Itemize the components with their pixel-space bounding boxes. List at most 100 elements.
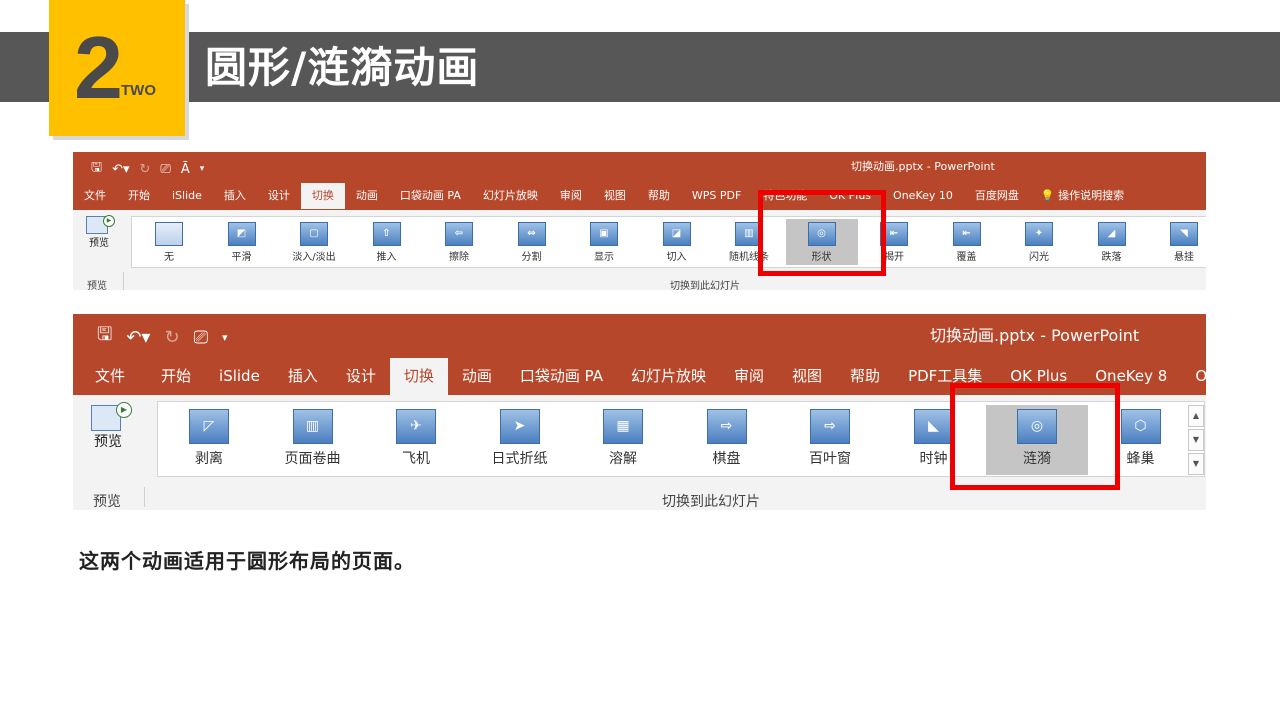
transition-label: 分割 xyxy=(521,252,542,263)
tab-wps-pdf[interactable]: WPS PDF xyxy=(681,183,752,209)
transition-item[interactable]: ▥ 页面卷曲 xyxy=(262,405,364,475)
section-number-word: TWO xyxy=(121,82,156,99)
slide-caption: 这两个动画适用于圆形布局的页面。 xyxy=(79,549,415,573)
transition-label: 推入 xyxy=(376,252,397,263)
highlight-shape-transition xyxy=(758,190,886,276)
gallery-scroll-down-icon[interactable]: ▼ xyxy=(1188,429,1204,451)
tab-transitions[interactable]: 切换 xyxy=(300,183,345,209)
gallery-expand-icon[interactable]: ▼ xyxy=(1188,453,1204,475)
tab-insert[interactable]: 插入 xyxy=(213,183,257,209)
redo-icon[interactable]: ↻ xyxy=(140,162,151,177)
undo-icon[interactable]: ↶▾ xyxy=(112,162,129,177)
tab-slideshow[interactable]: 幻灯片放映 xyxy=(617,358,720,395)
transition-thumbnail-icon: ⇨ xyxy=(810,409,850,444)
transition-label: 日式折纸 xyxy=(491,451,548,467)
transition-label: 平滑 xyxy=(231,252,252,263)
transition-item[interactable]: ◢ 跌落 xyxy=(1076,219,1148,265)
save-icon[interactable]: 🖫 xyxy=(97,322,112,352)
transition-item[interactable]: ✦ 闪光 xyxy=(1003,219,1075,265)
transition-thumbnail-icon: ▣ xyxy=(590,222,618,246)
transition-item[interactable]: 无 xyxy=(133,219,205,265)
transition-thumbnail-icon: ▥ xyxy=(292,409,333,444)
transition-thumbnail-icon: ▢ xyxy=(300,222,328,246)
transition-label: 剥离 xyxy=(195,451,223,467)
tab-review[interactable]: 审阅 xyxy=(720,358,778,395)
title-band xyxy=(0,32,1280,102)
tab-review[interactable]: 审阅 xyxy=(549,183,593,209)
preview-group-label: 预览 xyxy=(93,494,121,510)
play-icon: ▶ xyxy=(103,215,115,227)
tab-transitions[interactable]: 切换 xyxy=(389,358,448,395)
tab-one-truncated[interactable]: One xyxy=(1181,358,1206,395)
transition-label: 跌落 xyxy=(1101,252,1122,263)
tab-design[interactable]: 设计 xyxy=(257,183,301,209)
preview-group-label: 预览 xyxy=(87,281,107,290)
transition-item[interactable]: ⇦ 擦除 xyxy=(423,219,495,265)
transition-item[interactable]: ⇨ 百叶窗 xyxy=(779,405,881,475)
transition-gallery: 无 ◩ 平滑 ▢ 淡入/淡出 ⇧ 推入 ⇦ 擦除 ⇔ 分割 ▣ 显示 ◪ 切入 ▥ 随机线条 ◎ 形状 ⇤ 揭开 ⇤ 覆盖 ✦… xyxy=(131,216,1206,268)
transition-item[interactable]: ✈ 飞机 xyxy=(365,405,467,475)
ribbon-screenshot-top: 🖫 ↶▾ ↻ ⎚ Ā ▾ 切换动画.pptx - PowerPoint 文件 开… xyxy=(73,152,1206,290)
transition-label: 棋盘 xyxy=(712,451,741,467)
transition-item[interactable]: ▣ 显示 xyxy=(568,219,640,265)
tab-file[interactable]: 文件 xyxy=(73,183,117,209)
save-icon[interactable]: 🖫 xyxy=(91,158,102,180)
slide-title: 圆形/涟漪动画 xyxy=(205,43,480,92)
transition-item[interactable]: ▢ 淡入/淡出 xyxy=(278,219,350,265)
tab-baidu-netdisk[interactable]: 百度网盘 xyxy=(964,183,1030,209)
transition-item[interactable]: ◪ 切入 xyxy=(641,219,713,265)
preview-button[interactable]: ▶ 预览 xyxy=(83,215,115,249)
tab-islide[interactable]: iSlide xyxy=(161,183,213,209)
tab-pocket-animation[interactable]: 口袋动画 PA xyxy=(506,358,617,395)
tell-me-label: 操作说明搜索 xyxy=(1058,189,1125,202)
transition-item[interactable]: ◥ 悬挂 xyxy=(1148,219,1206,265)
transition-item[interactable]: ⇨ 棋盘 xyxy=(676,405,778,475)
document-title: 切换动画.pptx - PowerPoint xyxy=(930,326,1140,345)
tab-home[interactable]: 开始 xyxy=(117,183,161,209)
gallery-scroll-up-icon[interactable]: ▲ xyxy=(1188,405,1204,427)
undo-icon[interactable]: ↶▾ xyxy=(126,327,150,348)
transition-thumbnail-icon: ✦ xyxy=(1025,222,1053,246)
tab-home[interactable]: 开始 xyxy=(147,358,205,395)
transition-label: 百叶窗 xyxy=(809,451,851,467)
tab-design[interactable]: 设计 xyxy=(332,358,390,395)
preview-button[interactable]: ▶ 预览 xyxy=(87,402,132,451)
tab-view[interactable]: 视图 xyxy=(593,183,637,209)
tab-insert[interactable]: 插入 xyxy=(274,358,332,395)
transition-thumbnail-icon xyxy=(155,222,183,246)
tell-me-search[interactable]: 💡 操作说明搜索 xyxy=(1030,183,1135,209)
transition-item[interactable]: ⇤ 覆盖 xyxy=(931,219,1003,265)
slideshow-icon[interactable]: ⎚ xyxy=(194,327,208,348)
text-icon[interactable]: Ā xyxy=(181,162,190,177)
tab-animations[interactable]: 动画 xyxy=(345,183,389,209)
slideshow-icon[interactable]: ⎚ xyxy=(160,162,170,177)
tab-help[interactable]: 帮助 xyxy=(637,183,681,209)
transition-thumbnail-icon: ⇤ xyxy=(952,222,981,246)
transition-item[interactable]: ◩ 平滑 xyxy=(206,219,278,265)
ribbon-body: ▶ 预览 无 ◩ 平滑 ▢ 淡入/淡出 ⇧ 推入 ⇦ 擦除 ⇔ 分割 ▣ 显示 ◪ 切入 ▥ 随机线条 ◎ 形状 ⇤ 揭… xyxy=(73,210,1206,290)
transition-item[interactable]: ▦ 溶解 xyxy=(572,405,674,475)
transition-label: 飞机 xyxy=(402,451,430,467)
tab-islide[interactable]: iSlide xyxy=(205,358,274,395)
transition-label: 切入 xyxy=(666,252,687,263)
tab-file[interactable]: 文件 xyxy=(73,358,147,395)
quick-access-toolbar: 🖫 ↶▾ ↻ ⎚ ▾ xyxy=(97,322,228,352)
tab-animations[interactable]: 动画 xyxy=(448,358,506,395)
transition-thumbnail-icon: ▦ xyxy=(603,409,643,444)
tab-view[interactable]: 视图 xyxy=(778,358,836,395)
redo-icon[interactable]: ↻ xyxy=(164,327,179,348)
transition-item[interactable]: ➤ 日式折纸 xyxy=(469,405,571,475)
transition-item[interactable]: ◸ 剥离 xyxy=(158,405,260,475)
tab-onekey[interactable]: OneKey 10 xyxy=(882,183,964,209)
customize-icon[interactable]: ▾ xyxy=(200,164,205,174)
transition-item[interactable]: ⇔ 分割 xyxy=(496,219,568,265)
tab-help[interactable]: 帮助 xyxy=(836,358,894,395)
transition-thumbnail-icon: ◥ xyxy=(1170,222,1198,246)
tab-slideshow[interactable]: 幻灯片放映 xyxy=(472,183,549,209)
customize-icon[interactable]: ▾ xyxy=(222,331,228,344)
preview-label: 预览 xyxy=(89,238,109,249)
quick-access-toolbar: 🖫 ↶▾ ↻ ⎚ Ā ▾ xyxy=(91,158,204,180)
tab-pocket-animation[interactable]: 口袋动画 PA xyxy=(389,183,472,209)
transition-label: 页面卷曲 xyxy=(284,451,341,467)
transition-item[interactable]: ⇧ 推入 xyxy=(351,219,423,265)
